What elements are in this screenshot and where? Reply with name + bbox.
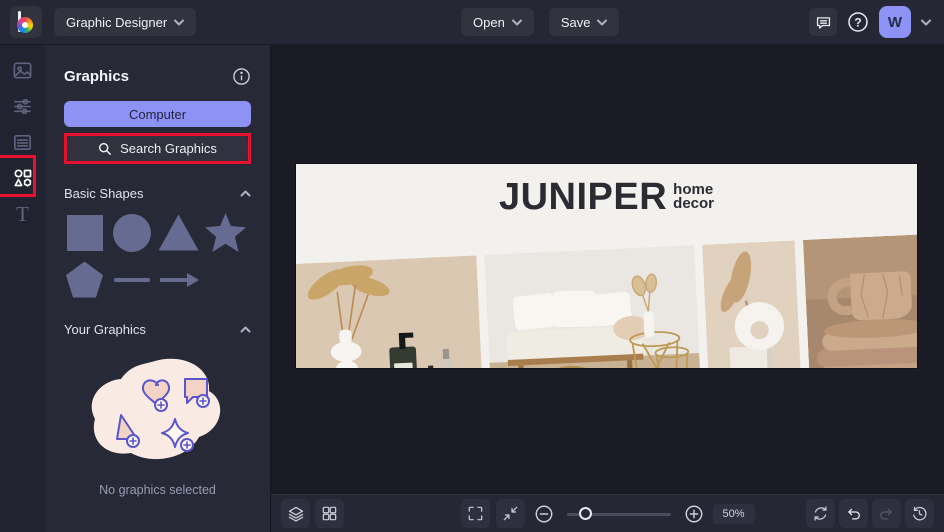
banner-photo-collage [296, 234, 917, 368]
open-label: Open [473, 15, 505, 30]
collapse-icon [501, 505, 518, 522]
chevron-down-icon [597, 19, 607, 26]
chevron-up-icon [240, 326, 251, 333]
shape-circle[interactable] [111, 212, 152, 253]
layers-button[interactable] [281, 499, 310, 528]
grid-view-button[interactable] [315, 499, 344, 528]
rail-item-text[interactable]: T [0, 196, 45, 232]
photo-sofa [484, 245, 702, 368]
zoom-in-icon [683, 504, 703, 524]
rail-item-edit[interactable] [0, 88, 45, 124]
templates-icon [12, 132, 33, 153]
bottom-toolbar: 50% [271, 494, 944, 532]
rail-item-graphics[interactable] [0, 160, 45, 196]
shape-arrow[interactable] [158, 259, 199, 300]
chevron-down-icon [921, 19, 931, 26]
info-button[interactable] [232, 67, 251, 86]
sync-icon [812, 505, 829, 522]
shape-triangle[interactable] [158, 212, 199, 253]
befunky-logo-icon [17, 11, 35, 33]
avatar-initial: W [888, 14, 902, 31]
your-graphics-title: Your Graphics [64, 322, 146, 337]
topbar-right-actions: ? W [809, 6, 934, 38]
text-icon: T [16, 204, 29, 225]
graphics-icon [12, 167, 34, 189]
chevron-up-icon [240, 190, 251, 197]
image-icon [12, 60, 33, 81]
shape-pentagon[interactable] [64, 259, 105, 300]
shape-star[interactable] [205, 212, 246, 253]
info-icon [232, 67, 251, 86]
zoom-slider[interactable] [566, 507, 670, 521]
app-mode-menu[interactable]: Graphic Designer [54, 8, 196, 36]
history-button[interactable] [905, 499, 934, 528]
app-mode-label: Graphic Designer [66, 15, 167, 30]
chevron-down-icon [512, 19, 522, 26]
search-icon [98, 142, 112, 156]
feedback-button[interactable] [809, 8, 837, 36]
search-graphics-button[interactable]: Search Graphics [67, 136, 248, 161]
annotation-highlight-search: Search Graphics [64, 133, 251, 164]
undo-icon [845, 505, 862, 522]
zoom-level-badge[interactable]: 50% [712, 504, 754, 524]
panel-title: Graphics [64, 68, 129, 85]
computer-button[interactable]: Computer [64, 101, 251, 127]
design-banner[interactable]: JUNIPER home decor [296, 164, 917, 368]
redo-icon [878, 505, 895, 522]
photo-stacked-ceramics [803, 234, 917, 368]
banner-brand-text: JUNIPER [499, 178, 667, 216]
rail-item-templates[interactable] [0, 124, 45, 160]
graphics-panel: Graphics Computer Search Graphics [45, 45, 270, 532]
rail-item-images[interactable] [0, 52, 45, 88]
basic-shapes-grid [64, 212, 251, 300]
account-avatar[interactable]: W [879, 6, 911, 38]
help-button[interactable]: ? [844, 8, 872, 36]
chevron-down-icon [174, 19, 184, 26]
grid-icon [321, 505, 338, 522]
your-graphics-collapse[interactable] [240, 326, 251, 333]
layers-icon [287, 505, 305, 523]
svg-text:?: ? [854, 16, 861, 30]
zoom-slider-handle[interactable] [578, 507, 591, 520]
adjust-icon [12, 96, 33, 117]
banner-logo: JUNIPER home decor [296, 178, 917, 216]
fullscreen-button[interactable] [460, 499, 489, 528]
banner-tagline-line2: decor [673, 197, 714, 211]
topbar-center-actions: Open Save [461, 8, 619, 36]
left-rail: T [0, 45, 45, 532]
basic-shapes-title: Basic Shapes [64, 186, 144, 201]
help-icon: ? [847, 11, 869, 33]
save-button[interactable]: Save [549, 8, 620, 36]
open-button[interactable]: Open [461, 8, 534, 36]
top-bar: Graphic Designer Open Save [0, 0, 944, 45]
zoom-out-icon [533, 504, 553, 524]
fit-to-screen-button[interactable] [495, 499, 524, 528]
befunky-logo[interactable] [10, 6, 42, 38]
feedback-icon [815, 14, 832, 31]
sync-button[interactable] [806, 499, 835, 528]
zoom-in-button[interactable] [680, 501, 706, 527]
shape-square[interactable] [64, 212, 105, 253]
shape-line[interactable] [111, 259, 152, 300]
canvas-area[interactable]: JUNIPER home decor [271, 45, 944, 494]
save-label: Save [561, 15, 591, 30]
expand-icon [466, 505, 483, 522]
photo-vase-and-bottles [296, 255, 484, 368]
app-window: Graphic Designer Open Save [0, 0, 944, 532]
photo-donut-vase [702, 240, 802, 368]
empty-state-text: No graphics selected [64, 483, 251, 497]
basic-shapes-collapse[interactable] [240, 190, 251, 197]
zoom-out-button[interactable] [530, 501, 556, 527]
empty-graphics-illustration [83, 353, 233, 471]
history-icon [911, 505, 928, 522]
arrow-shape [159, 272, 199, 288]
search-graphics-label: Search Graphics [120, 141, 217, 156]
account-menu-chevron[interactable] [918, 8, 934, 36]
undo-button[interactable] [839, 499, 868, 528]
redo-button[interactable] [872, 499, 901, 528]
